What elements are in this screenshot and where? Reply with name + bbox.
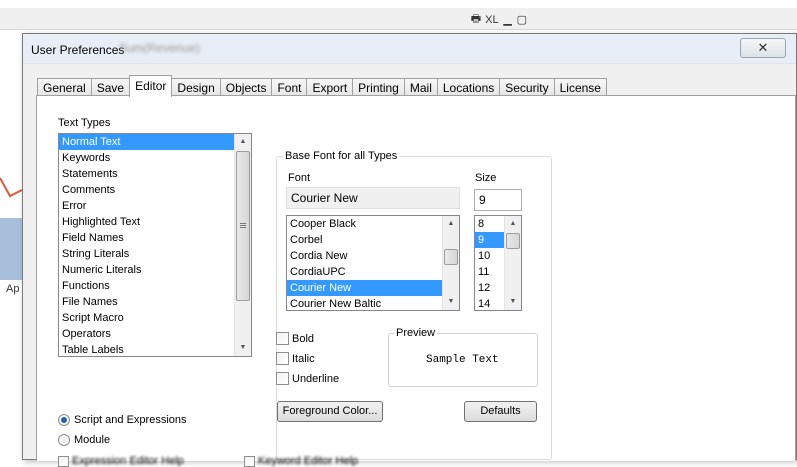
defaults-button[interactable]: Defaults bbox=[464, 401, 537, 422]
list-item[interactable]: File Names bbox=[59, 294, 251, 310]
scroll-thumb[interactable] bbox=[236, 151, 250, 301]
background-toolbar bbox=[0, 8, 797, 30]
underline-checkbox-row[interactable]: Underline bbox=[276, 372, 339, 385]
scroll-down-arrow-icon[interactable]: ▼ bbox=[443, 294, 459, 310]
font-label: Font bbox=[288, 172, 311, 184]
background-chart-line bbox=[0, 177, 22, 198]
background-chart-label: Ap bbox=[6, 283, 20, 295]
xl-export-icon[interactable]: XL bbox=[485, 14, 498, 26]
background-chart-bar bbox=[0, 218, 22, 280]
keyword-editor-help-checkbox[interactable] bbox=[243, 455, 255, 467]
radio-script-label: Script and Expressions bbox=[74, 414, 187, 426]
dialog-titlebar[interactable]: User Preferences Sum(Revenue) ✕ bbox=[23, 34, 796, 64]
list-item[interactable]: Courier New Baltic bbox=[287, 296, 459, 310]
dialog-title: User Preferences bbox=[31, 43, 125, 57]
scroll-up-arrow-icon[interactable]: ▲ bbox=[505, 216, 521, 232]
base-font-group-title: Base Font for all Types bbox=[283, 150, 400, 162]
list-item[interactable]: Comments bbox=[59, 182, 251, 198]
list-item[interactable]: Cooper Black bbox=[287, 216, 459, 232]
list-item[interactable]: Statements bbox=[59, 166, 251, 182]
italic-checkbox-row[interactable]: Italic bbox=[276, 352, 315, 365]
scroll-down-arrow-icon[interactable]: ▼ bbox=[505, 294, 521, 310]
list-item[interactable]: Courier New bbox=[287, 280, 459, 296]
preference-tabs: General Save Editor Design Objects Font … bbox=[37, 75, 607, 97]
list-item[interactable]: Field Names bbox=[59, 230, 251, 246]
italic-checkbox[interactable] bbox=[276, 352, 289, 365]
radio-button[interactable] bbox=[58, 434, 70, 446]
tab-editor[interactable]: Editor bbox=[129, 75, 173, 97]
underline-checkbox[interactable] bbox=[276, 372, 289, 385]
bold-checkbox[interactable] bbox=[276, 332, 289, 345]
expression-editor-help-checkbox[interactable] bbox=[58, 455, 69, 467]
list-item[interactable]: Error bbox=[59, 198, 251, 214]
list-item[interactable]: Corbel bbox=[287, 232, 459, 248]
close-icon: ✕ bbox=[757, 40, 769, 55]
text-types-listbox[interactable]: Normal Text Keywords Statements Comments… bbox=[58, 133, 252, 357]
list-item[interactable]: Functions bbox=[59, 278, 251, 294]
bold-label: Bold bbox=[292, 332, 315, 345]
scroll-down-arrow-icon[interactable]: ▼ bbox=[235, 340, 251, 356]
dialog-title-blurred-text: Sum(Revenue) bbox=[119, 41, 200, 55]
close-button[interactable]: ✕ bbox=[740, 38, 786, 58]
font-name-listbox[interactable]: Cooper Black Corbel Cordia New CordiaUPC… bbox=[286, 215, 460, 311]
list-item[interactable]: Numeric Literals bbox=[59, 262, 251, 278]
foreground-color-button[interactable]: Foreground Color... bbox=[277, 401, 383, 422]
user-preferences-dialog: User Preferences Sum(Revenue) ✕ General … bbox=[22, 33, 797, 467]
text-types-scrollbar[interactable]: ▲ ▼ bbox=[234, 134, 251, 356]
bold-checkbox-row[interactable]: Bold bbox=[276, 332, 314, 345]
list-item[interactable]: Keywords bbox=[59, 150, 251, 166]
font-size-listbox[interactable]: 8 9 10 11 12 14 ▲ ▼ bbox=[474, 215, 522, 311]
keyword-editor-help-option[interactable]: Keyword Editor Help bbox=[243, 455, 359, 467]
scroll-up-arrow-icon[interactable]: ▲ bbox=[235, 134, 251, 150]
size-label: Size bbox=[475, 172, 497, 184]
list-item[interactable]: Operators bbox=[59, 326, 251, 342]
preview-label: Preview bbox=[394, 327, 438, 339]
background-toolbar-icons: 🖶 XL ▁ ▢ bbox=[471, 10, 527, 29]
expression-editor-help-option[interactable]: Expression Editor Help bbox=[58, 455, 184, 467]
font-name-field[interactable]: Courier New bbox=[286, 187, 460, 209]
list-item[interactable]: Cordia New bbox=[287, 248, 459, 264]
list-item[interactable]: String Literals bbox=[59, 246, 251, 262]
scroll-up-arrow-icon[interactable]: ▲ bbox=[443, 216, 459, 232]
bottom-options-row: Expression Editor Help Keyword Editor He… bbox=[58, 455, 358, 467]
radio-button-selected[interactable] bbox=[58, 414, 70, 426]
text-types-label: Text Types bbox=[58, 117, 111, 129]
list-item[interactable]: Table Labels bbox=[59, 342, 251, 356]
font-name-scrollbar[interactable]: ▲ ▼ bbox=[442, 216, 459, 310]
radio-module[interactable]: Module bbox=[58, 434, 110, 446]
grip-icon bbox=[240, 223, 246, 228]
list-item[interactable]: Script Macro bbox=[59, 310, 251, 326]
list-item[interactable]: Normal Text bbox=[59, 134, 251, 150]
keyword-editor-help-label: Keyword Editor Help bbox=[257, 455, 359, 467]
list-item[interactable]: CordiaUPC bbox=[287, 264, 459, 280]
editor-tab-panel: Text Types Normal Text Keywords Statemen… bbox=[36, 95, 796, 461]
radio-module-label: Module bbox=[74, 434, 111, 446]
expression-editor-help-label: Expression Editor Help bbox=[72, 455, 184, 467]
list-item[interactable]: Highlighted Text bbox=[59, 214, 251, 230]
minimize-icon[interactable]: ▁ bbox=[503, 13, 513, 26]
font-size-scrollbar[interactable]: ▲ ▼ bbox=[504, 216, 521, 310]
scroll-thumb[interactable] bbox=[506, 233, 520, 249]
radio-script-expressions[interactable]: Script and Expressions bbox=[58, 414, 187, 426]
font-size-field[interactable]: 9 bbox=[474, 189, 522, 211]
maximize-icon[interactable]: ▢ bbox=[517, 13, 527, 26]
scroll-thumb[interactable] bbox=[444, 249, 458, 265]
underline-label: Underline bbox=[292, 372, 340, 385]
preview-sample-text: Sample Text bbox=[426, 354, 499, 366]
print-icon[interactable]: 🖶 bbox=[471, 10, 481, 29]
italic-label: Italic bbox=[292, 352, 315, 365]
